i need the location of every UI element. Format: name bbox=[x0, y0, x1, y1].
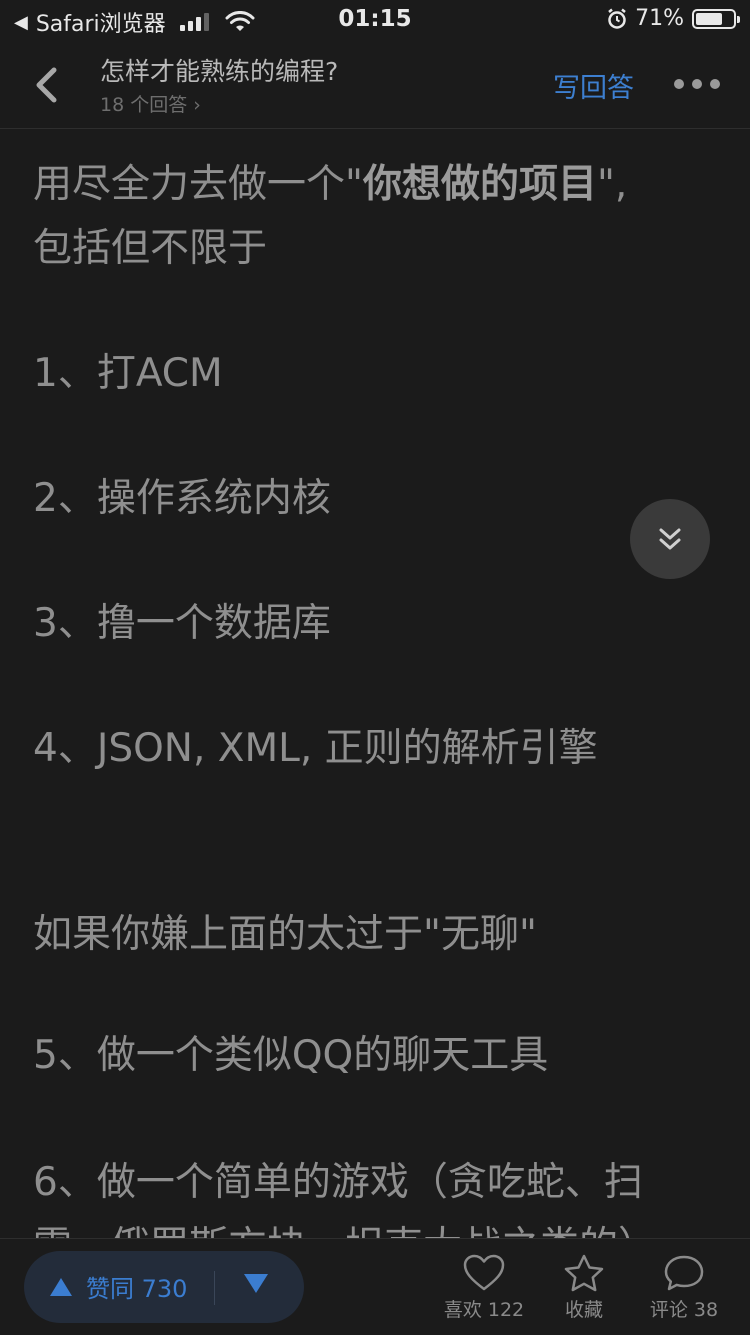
write-answer-button[interactable]: 写回答 bbox=[553, 66, 634, 105]
back-chevron-icon[interactable] bbox=[22, 60, 72, 110]
comment-bubble-icon bbox=[664, 1255, 704, 1291]
comment-button[interactable]: 评论 38 bbox=[642, 1253, 726, 1322]
like-button[interactable]: 喜欢 122 bbox=[438, 1253, 530, 1322]
heart-icon bbox=[463, 1254, 505, 1291]
nav-bar: 怎样才能熟练的编程? 18 个回答 › 写回答 bbox=[0, 44, 750, 129]
collect-button[interactable]: 收藏 bbox=[546, 1253, 622, 1322]
intro-line-2: 包括但不限于 bbox=[33, 226, 268, 271]
battery-percent: 71% bbox=[635, 6, 684, 31]
list-item: 1、打ACM bbox=[33, 351, 223, 396]
list-item: 2、操作系统内核 bbox=[33, 476, 331, 521]
question-title[interactable]: 怎样才能熟练的编程? bbox=[100, 52, 338, 88]
list-item: 3、撸一个数据库 bbox=[33, 601, 331, 646]
list-item: 6、做一个简单的游戏（贪吃蛇、扫 bbox=[33, 1160, 643, 1205]
triangle-up-icon bbox=[50, 1277, 72, 1296]
intro-bold: 你想做的项目 bbox=[362, 162, 597, 207]
transition-line: 如果你嫌上面的太过于"无聊" bbox=[33, 912, 537, 957]
intro-line-1: 用尽全力去做一个"你想做的项目", bbox=[33, 162, 628, 207]
upvote-label: 赞同 730 bbox=[86, 1275, 188, 1303]
status-right: 71% bbox=[607, 6, 740, 31]
double-chevron-down-icon bbox=[659, 528, 681, 550]
alarm-icon bbox=[608, 8, 626, 29]
vote-divider bbox=[214, 1271, 215, 1305]
battery-fill bbox=[696, 12, 722, 25]
like-label: 喜欢 122 bbox=[443, 1299, 525, 1321]
answer-count-link[interactable]: 18 个回答 › bbox=[100, 90, 201, 117]
list-item: 4、JSON, XML, 正则的解析引擎 bbox=[33, 726, 598, 771]
upvote-button[interactable]: 赞同 730 bbox=[48, 1269, 187, 1304]
status-bar: ◀ Safari浏览器 01:15 71% bbox=[0, 0, 750, 40]
comment-label: 评论 38 bbox=[649, 1299, 719, 1321]
bottom-action-bar: 赞同 730 喜欢 122 收藏 评论 38 bbox=[0, 1238, 750, 1335]
battery-icon bbox=[692, 8, 740, 29]
collect-label: 收藏 bbox=[564, 1299, 603, 1321]
list-item: 5、做一个类似QQ的聊天工具 bbox=[33, 1033, 549, 1078]
star-icon bbox=[564, 1254, 604, 1292]
downvote-button[interactable] bbox=[242, 1271, 270, 1295]
more-options-icon[interactable] bbox=[674, 72, 720, 96]
scroll-next-button[interactable] bbox=[630, 499, 710, 579]
vote-control: 赞同 730 bbox=[24, 1251, 304, 1323]
